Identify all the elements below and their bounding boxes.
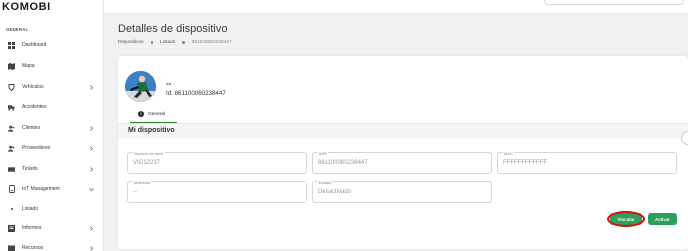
chevron-down-icon: [89, 187, 94, 192]
sidebar-item-label: Recursos: [22, 245, 44, 251]
field-value: VIG12237: [133, 160, 161, 166]
field-label: IMEI: [318, 151, 329, 156]
field-value: FFFFFFFFFFFF: [503, 160, 547, 166]
car-icon: [8, 83, 15, 91]
imei-field[interactable]: IMEI 861100060238447: [312, 151, 492, 174]
sidebar-item-iot-management[interactable]: IoT Management: [0, 182, 104, 196]
sidebar-item-vehiculos[interactable]: Vehículos: [0, 80, 104, 94]
mac-field[interactable]: MAC FFFFFFFFFFFF: [497, 151, 677, 174]
sidebar-item-label: Mapa: [22, 63, 35, 69]
field-value: --: [133, 189, 137, 195]
section-header: Mi dispositivo: [118, 123, 688, 139]
field-label: Matricula: [133, 180, 152, 185]
avatar: [125, 71, 156, 102]
sidebar-item-label: Proveedores: [22, 145, 51, 151]
info-icon: i: [138, 111, 144, 117]
activate-button[interactable]: Activar: [648, 213, 677, 225]
breadcrumb-item-listado[interactable]: Listado: [160, 40, 175, 45]
device-header: -- Id: 861100060238447 i General: [118, 56, 688, 123]
sidebar-item-label: Dashboard: [22, 42, 47, 48]
sidebar-item-label: Accidentes: [22, 104, 47, 110]
report-icon: [8, 224, 15, 232]
highlight-annotation: [607, 211, 645, 227]
sidebar-item-informes[interactable]: Informes: [0, 221, 104, 235]
field-value: 861100060238447: [318, 160, 368, 166]
field-value: Desactivado: [318, 189, 352, 195]
app-logo: KOMOBI: [2, 1, 51, 13]
sidebar-item-label: Tickets: [22, 166, 38, 172]
ticket-icon: [8, 166, 15, 173]
chevron-right-icon: [89, 125, 94, 131]
chevron-right-icon: [89, 245, 94, 251]
device-name: --: [166, 79, 172, 88]
sidebar-item-label: Informes: [22, 225, 42, 231]
sidebar: KOMOBI GENERAL Dashboard Mapa Vehículos …: [0, 0, 104, 251]
dot-icon: [8, 206, 15, 213]
sidebar-item-label: Vehículos: [22, 84, 44, 90]
page-title: Detalles de dispositivo: [118, 23, 228, 35]
breadcrumb: Dispositivos Listado 861100060238447: [118, 40, 232, 45]
more-options-button[interactable]: ⋮: [681, 131, 688, 145]
chevron-right-icon: [89, 84, 94, 90]
breadcrumb-separator: [150, 41, 153, 44]
device-icon: [8, 185, 15, 193]
chevron-right-icon: [89, 225, 94, 231]
breadcrumb-item-dispositivos[interactable]: Dispositivos: [118, 40, 144, 45]
sidebar-item-clientes[interactable]: Clientes: [0, 121, 104, 135]
sidebar-item-mapa[interactable]: Mapa: [0, 59, 104, 73]
breadcrumb-separator: [182, 41, 185, 44]
field-label: Estado: [318, 180, 333, 185]
sidebar-item-accidentes[interactable]: Accidentes: [0, 100, 104, 114]
breadcrumb-item-current: 861100060238447: [191, 40, 232, 45]
section-title: Mi dispositivo: [128, 127, 175, 134]
tab-general[interactable]: i General: [130, 108, 177, 123]
tab-label: General: [148, 111, 166, 117]
sidebar-item-listado[interactable]: Listado: [0, 202, 104, 216]
users-icon: [8, 145, 15, 152]
sidebar-section-label: GENERAL: [6, 27, 29, 32]
sidebar-item-recursos[interactable]: Recursos: [0, 241, 104, 251]
topbar: [104, 0, 688, 14]
device-id: Id: 861100060238447: [166, 90, 226, 97]
plate-field[interactable]: Matricula --: [127, 180, 307, 203]
chevron-right-icon: [89, 166, 94, 172]
chevron-right-icon: [89, 145, 94, 151]
serial-number-field[interactable]: Numero de serie VIG12237: [127, 151, 307, 174]
sidebar-item-tickets[interactable]: Tickets: [0, 162, 104, 176]
sidebar-item-dashboard[interactable]: Dashboard: [0, 38, 104, 52]
truck-icon: [8, 104, 15, 111]
search-input[interactable]: [544, 0, 684, 5]
folder-icon: [8, 245, 15, 251]
field-label: MAC: [503, 151, 514, 156]
sidebar-item-label: Listado: [22, 206, 39, 212]
sidebar-item-proveedores[interactable]: Proveedores: [0, 141, 104, 155]
users-icon: [8, 125, 15, 132]
sidebar-item-label: Clientes: [22, 125, 41, 131]
grid-icon: [8, 41, 15, 49]
sidebar-item-label: IoT Management: [22, 186, 60, 192]
field-label: Numero de serie: [133, 151, 165, 156]
status-field[interactable]: Estado Desactivado: [312, 180, 492, 203]
map-icon: [8, 62, 15, 70]
